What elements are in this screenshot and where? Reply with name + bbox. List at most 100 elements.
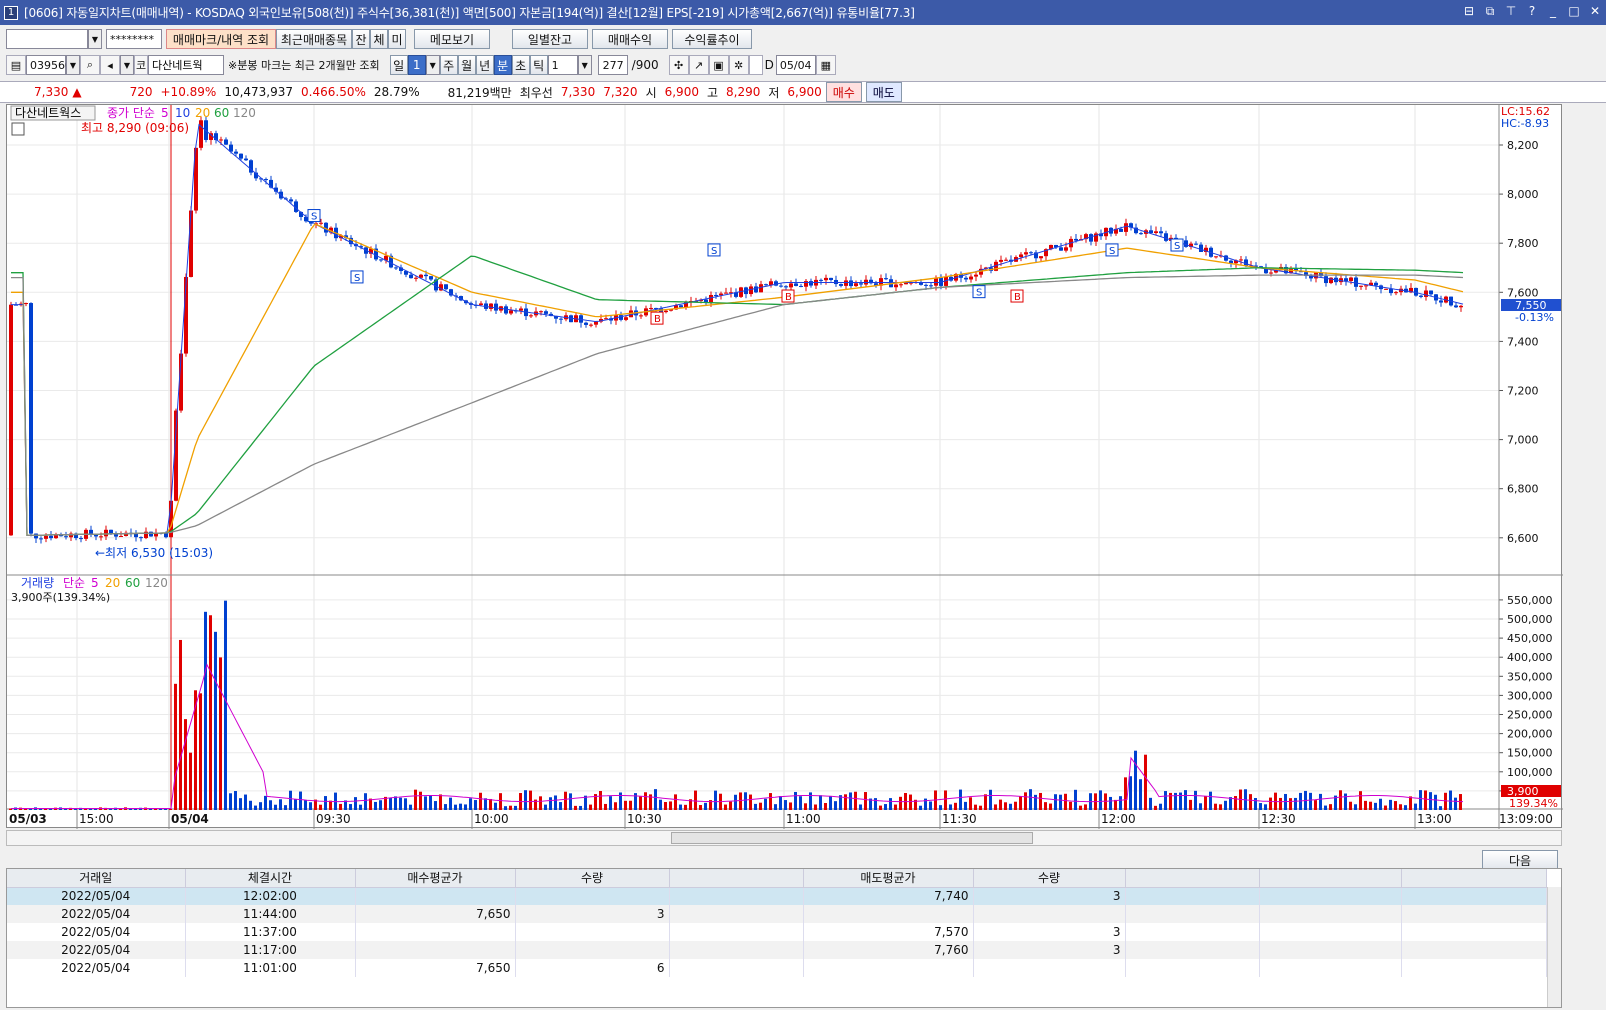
volume-bar (1034, 794, 1037, 810)
app-icon[interactable]: 1 (4, 5, 18, 20)
sound-icon[interactable]: ◂ (100, 55, 120, 75)
memo-button[interactable]: 메모보기 (414, 29, 490, 49)
chart-scrollbar[interactable] (6, 830, 1562, 846)
trade-mark-button[interactable]: 매매마크/내역 조회 (166, 29, 276, 49)
table-row[interactable]: 2022/05/04 11:37:00 7,570 3 (7, 923, 1547, 941)
count-input[interactable]: 277 (597, 55, 628, 75)
col-sell-avg[interactable]: 매도평균가 (803, 869, 974, 888)
calendar-icon[interactable]: ▦ (815, 55, 836, 75)
table-cell: 2022/05/04 (7, 941, 186, 959)
period-week-button[interactable]: 주 (439, 55, 458, 75)
candle-body (1074, 238, 1078, 241)
col-sell-qty[interactable]: 수량 (973, 869, 1126, 888)
period-year-button[interactable]: 년 (475, 55, 494, 75)
table-scrollbar[interactable] (1547, 887, 1561, 1007)
table-row[interactable]: 2022/05/04 11:17:00 7,760 3 (7, 941, 1547, 959)
help-icon[interactable]: ? (1525, 3, 1539, 19)
volume-bar (394, 796, 397, 810)
scroll-thumb[interactable] (671, 832, 1033, 844)
recent-trades-button[interactable]: 최근매매종목 (276, 29, 352, 49)
interval-input[interactable]: 1 (547, 55, 578, 75)
table-row[interactable]: 2022/05/04 11:44:00 7,650 3 (7, 905, 1547, 923)
col-exec-time[interactable]: 체결시간 (185, 869, 356, 888)
maximize-icon[interactable]: □ (1567, 3, 1581, 19)
pointer-tool-icon[interactable]: ✣ (668, 55, 689, 75)
date-checkbox[interactable] (748, 55, 763, 75)
vol-ma20-label[interactable]: 20 (105, 576, 120, 590)
volume-bar (364, 793, 367, 810)
price-stock-label[interactable]: 다산네트웍스 (15, 106, 81, 120)
period-second-button[interactable]: 초 (511, 55, 530, 75)
link-icon[interactable]: ⊟ (1462, 3, 1476, 19)
candle-body (724, 292, 728, 294)
account-dropdown-icon[interactable]: ▼ (88, 29, 102, 49)
interval-dropdown-icon[interactable]: ▼ (577, 55, 592, 75)
next-button[interactable]: 다음 (1482, 850, 1558, 870)
table-cell: 12:02:00 (185, 887, 356, 905)
vol-ma120-label[interactable]: 120 (145, 576, 168, 590)
volume-bar (1354, 804, 1357, 810)
restore-icon[interactable]: ⧉ (1483, 3, 1497, 19)
sell-mark-label: S (711, 246, 717, 257)
volume-bar (1219, 804, 1222, 810)
col-buy-avg[interactable]: 매수평균가 (355, 869, 516, 888)
period-dropdown-icon[interactable]: ▼ (425, 55, 440, 75)
ma120-label[interactable]: 120 (233, 106, 256, 120)
balance-button[interactable]: 잔 (352, 29, 370, 49)
volume-bar (804, 803, 807, 810)
col-trade-date[interactable]: 거래일 (7, 869, 186, 888)
volume-bar (1164, 791, 1167, 810)
password-field[interactable]: ******** (106, 29, 162, 49)
search-icon[interactable]: ⌕ (80, 55, 100, 75)
candle-body (64, 536, 68, 538)
table-cell (515, 923, 670, 941)
buy-button[interactable]: 매수 (825, 82, 862, 102)
settings-gear-icon[interactable]: ✲ (728, 55, 749, 75)
executed-button[interactable]: 체 (370, 29, 388, 49)
daily-balance-button[interactable]: 일별잔고 (512, 29, 588, 49)
ma-label[interactable]: 종가 단순 (107, 106, 155, 120)
period-day-button[interactable]: 일 (389, 55, 408, 75)
sound-dropdown-icon[interactable]: ▼ (120, 55, 134, 75)
candle-body (789, 283, 793, 288)
table-row[interactable]: 2022/05/04 11:01:00 7,650 6 (7, 959, 1547, 977)
date-input[interactable]: 05/04 (775, 55, 816, 75)
close-icon[interactable]: ✕ (1588, 3, 1602, 19)
trendline-tool-icon[interactable]: ↗ (688, 55, 709, 75)
profit-trend-button[interactable]: 수익률추이 (672, 29, 752, 49)
volume-bar (1154, 805, 1157, 810)
grid-table-icon[interactable] (11, 122, 25, 136)
period-n-button[interactable]: 1 (407, 55, 426, 75)
layout-icon[interactable]: ▤ (6, 55, 26, 75)
ma5-label[interactable]: 5 (161, 106, 169, 120)
ma10-label[interactable]: 10 (175, 106, 190, 120)
save-icon[interactable]: ▣ (708, 55, 729, 75)
account-input[interactable] (6, 29, 88, 49)
minimize-icon[interactable]: _ (1546, 3, 1560, 19)
table-row[interactable]: 2022/05/04 12:02:00 7,740 3 (7, 887, 1547, 905)
turnover-rate: 28.79% (373, 85, 420, 99)
vol-ma5-label[interactable]: 5 (91, 576, 99, 590)
col-buy-qty[interactable]: 수량 (515, 869, 670, 888)
stock-name[interactable]: 다산네트웍 (148, 55, 224, 75)
period-minute-button[interactable]: 분 (493, 55, 512, 75)
sell-button[interactable]: 매도 (865, 82, 902, 102)
vol-ma60-label[interactable]: 60 (125, 576, 140, 590)
chart-area[interactable]: S S B S B S B S S 8,200 8,000 7,800 7,600 7,400 7,200… (6, 104, 1563, 829)
candle-body (244, 158, 248, 161)
stock-code-input[interactable]: 039560 (26, 55, 72, 75)
candle-body (1324, 276, 1328, 284)
ask-price: 7,330 (560, 85, 596, 99)
period-tick-button[interactable]: 틱 (529, 55, 548, 75)
volume-ma-label[interactable]: 단순 (63, 576, 85, 590)
price-volume-chart[interactable]: S S B S B S B S S 8,200 8,000 7,800 7,600 7,400 7,200… (7, 105, 1563, 829)
volume-label[interactable]: 거래량 (21, 576, 54, 590)
trade-profit-button[interactable]: 매매수익 (592, 29, 668, 49)
code-dropdown-icon[interactable]: ▼ (66, 55, 80, 75)
pin-icon[interactable]: ⊤ (1504, 3, 1518, 19)
ma60-label[interactable]: 60 (214, 106, 229, 120)
period-month-button[interactable]: 월 (457, 55, 476, 75)
unexecuted-button[interactable]: 미 (388, 29, 406, 49)
ma20-label[interactable]: 20 (195, 106, 210, 120)
candle-body (199, 120, 203, 148)
